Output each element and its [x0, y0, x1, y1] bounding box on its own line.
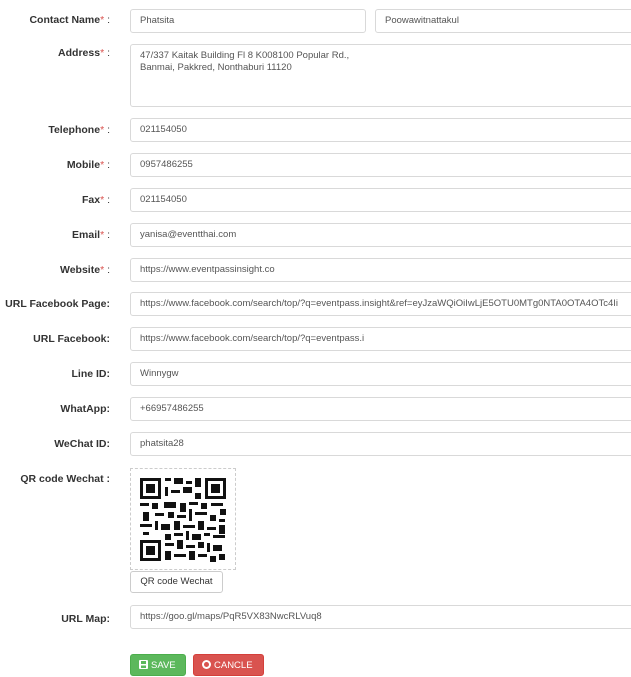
contact-name-label: Contact Name* : — [29, 14, 110, 26]
cancel-circle-icon — [202, 660, 211, 669]
line-id-input[interactable]: Winnygw — [130, 362, 631, 386]
qr-code-image — [140, 478, 226, 562]
save-button-label: SAVE — [151, 660, 176, 671]
mobile-label: Mobile* : — [66, 159, 110, 171]
url-map-label: URL Map: — [61, 613, 110, 625]
website-label: Website* : — [59, 264, 110, 276]
telephone-label: Telephone* : — [48, 124, 110, 136]
mobile-input[interactable]: 0957486255 — [130, 153, 631, 177]
fax-label: Fax* : — [81, 194, 110, 206]
cancel-button-label: CANCLE — [214, 660, 253, 671]
url-facebook-page-label: URL Facebook Page: — [5, 298, 110, 310]
url-map-input[interactable]: https://goo.gl/maps/PqR5VX83NwcRLVuq8 — [130, 605, 631, 629]
line-id-label: Line ID: — [71, 368, 111, 380]
address-label: Address* : — [58, 47, 110, 59]
address-line-1: 47/337 Kaitak Building Fl 8 K008100 Popu… — [140, 50, 350, 61]
wechat-id-label: WeChat ID: — [54, 438, 110, 450]
url-facebook-input[interactable]: https://www.facebook.com/search/top/?q=e… — [130, 327, 631, 351]
qr-code-image-frame — [130, 468, 236, 570]
website-input[interactable]: https://www.eventpassinsight.co — [130, 258, 631, 282]
qr-code-wechat-button[interactable]: QR code Wechat — [130, 571, 223, 593]
address-textarea[interactable]: 47/337 Kaitak Building Fl 8 K008100 Popu… — [130, 44, 631, 107]
url-facebook-page-input[interactable]: https://www.facebook.com/search/top/?q=e… — [130, 292, 631, 316]
url-facebook-label: URL Facebook: — [33, 333, 110, 345]
email-input[interactable]: yanisa@eventthai.com — [130, 223, 631, 247]
whatapp-input[interactable]: +66957486255 — [130, 397, 631, 421]
wechat-id-input[interactable]: phatsita28 — [130, 432, 631, 456]
cancel-button[interactable]: CANCLE — [193, 654, 264, 676]
telephone-input[interactable]: 021154050 — [130, 118, 631, 142]
email-label: Email* : — [72, 229, 110, 241]
save-button[interactable]: SAVE — [130, 654, 186, 676]
contact-first-name-input[interactable]: Phatsita — [130, 9, 366, 33]
address-line-2: Banmai, Pakkred, Nonthaburi 11120 — [140, 62, 292, 73]
qr-code-wechat-label: QR code Wechat : — [20, 473, 110, 485]
whatapp-label: WhatApp: — [60, 403, 110, 415]
fax-input[interactable]: 021154050 — [130, 188, 631, 212]
contact-last-name-input[interactable]: Poowawitnattakul — [375, 9, 631, 33]
